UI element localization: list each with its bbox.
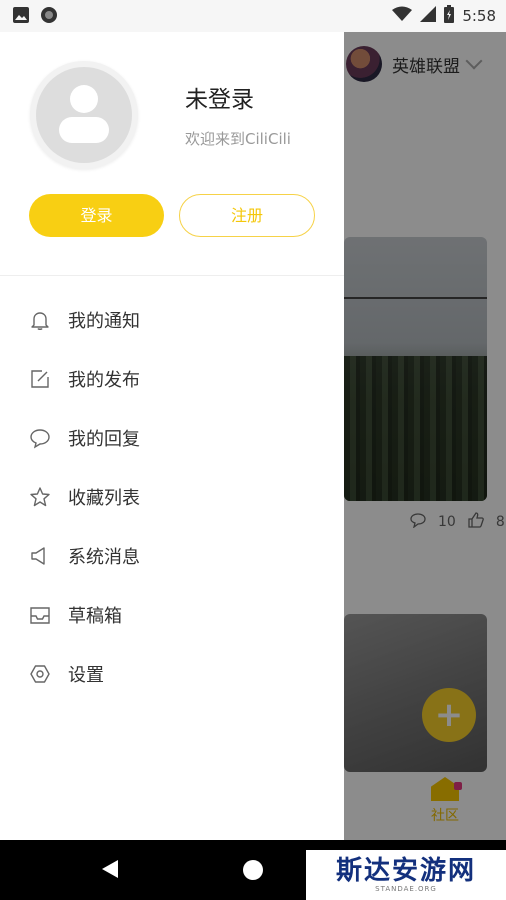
menu-label: 设置 [68, 664, 104, 686]
watermark-main: 斯达安游网 [335, 856, 476, 886]
menu-label: 收藏列表 [68, 487, 140, 509]
navigation-drawer: 未登录 欢迎来到CiliCili 登录 注册 我的通知 我的发布 我的回复 收藏… [0, 32, 344, 840]
wifi-icon [392, 6, 413, 26]
register-button[interactable]: 注册 [179, 194, 315, 237]
chat-bubble-icon [28, 426, 52, 450]
home-button-icon[interactable] [243, 860, 263, 880]
menu-item-my-replies[interactable]: 我的回复 [0, 408, 344, 467]
avatar[interactable] [30, 61, 138, 169]
drawer-menu: 我的通知 我的发布 我的回复 收藏列表 系统消息 草稿箱 设置 [0, 290, 344, 703]
menu-item-my-posts[interactable]: 我的发布 [0, 349, 344, 408]
clock-text: 5:58 [462, 7, 496, 25]
watermark-logo: 斯达安游网 STANDAE.ORG [306, 850, 506, 900]
inbox-icon [28, 603, 52, 627]
watermark-sub: STANDAE.ORG [375, 885, 437, 893]
menu-item-favorites[interactable]: 收藏列表 [0, 467, 344, 526]
hexagon-settings-icon [28, 662, 52, 686]
star-icon [28, 485, 52, 509]
menu-label: 草稿箱 [68, 605, 122, 627]
menu-label: 我的回复 [68, 428, 140, 450]
menu-item-system-messages[interactable]: 系统消息 [0, 526, 344, 585]
signal-icon [420, 6, 437, 26]
image-icon [12, 6, 30, 28]
megaphone-icon [28, 544, 52, 568]
user-placeholder-icon [36, 67, 132, 163]
status-bar: 5:58 [0, 0, 506, 32]
back-icon[interactable] [102, 860, 118, 878]
edit-icon [28, 367, 52, 391]
menu-label: 系统消息 [68, 546, 140, 568]
circle-status-icon [40, 6, 58, 28]
login-button[interactable]: 登录 [29, 194, 164, 237]
menu-label: 我的发布 [68, 369, 140, 391]
profile-section: 未登录 欢迎来到CiliCili 登录 注册 [0, 32, 344, 276]
login-status: 未登录 [185, 87, 254, 113]
bell-icon [28, 308, 52, 332]
battery-icon [444, 5, 455, 27]
menu-label: 我的通知 [68, 310, 140, 332]
menu-item-drafts[interactable]: 草稿箱 [0, 585, 344, 644]
welcome-text: 欢迎来到CiliCili [185, 130, 291, 148]
menu-item-notifications[interactable]: 我的通知 [0, 290, 344, 349]
menu-item-settings[interactable]: 设置 [0, 644, 344, 703]
